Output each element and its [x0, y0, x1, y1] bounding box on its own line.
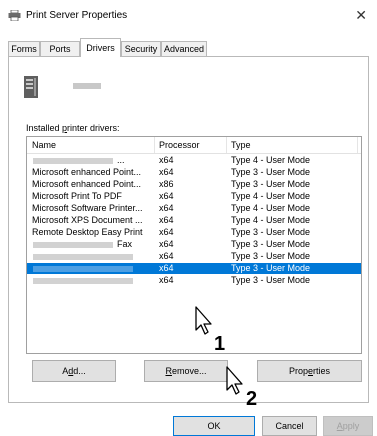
- row-type: Type 3 - User Mode: [231, 239, 311, 249]
- redacted-text: [33, 254, 133, 260]
- row-processor: x64: [159, 239, 174, 249]
- row-name-suffix: Fax: [117, 239, 133, 249]
- installed-drivers-label: Installed printer drivers:: [26, 123, 120, 133]
- apply-button: Apply: [323, 416, 373, 436]
- row-name: Microsoft enhanced Point...: [32, 167, 142, 177]
- table-row[interactable]: Remote Desktop Easy Print x64 Type 3 - U…: [27, 227, 361, 238]
- row-type: Type 3 - User Mode: [231, 275, 311, 285]
- table-row[interactable]: Microsoft enhanced Point... x86 Type 3 -…: [27, 179, 361, 190]
- remove-button[interactable]: Remove...: [144, 360, 228, 382]
- list-header: Name Processor Type: [27, 137, 361, 154]
- row-processor: x64: [159, 263, 174, 273]
- row-processor: x64: [159, 167, 174, 177]
- tab-label: Advanced: [163, 44, 205, 54]
- redacted-text: [33, 242, 113, 248]
- column-header-processor[interactable]: Processor: [159, 140, 200, 150]
- step-marker-2: 2: [246, 388, 258, 410]
- row-type: Type 4 - User Mode: [231, 215, 311, 225]
- table-row[interactable]: x64 Type 3 - User Mode: [27, 251, 361, 262]
- row-type: Type 3 - User Mode: [231, 227, 311, 237]
- row-type: Type 4 - User Mode: [231, 191, 311, 201]
- table-row[interactable]: Fax x64 Type 3 - User Mode: [27, 239, 361, 250]
- table-row[interactable]: Microsoft XPS Document ... x64 Type 4 - …: [27, 215, 361, 226]
- tab-label: Security: [124, 44, 158, 54]
- table-row-selected[interactable]: x64 Type 3 - User Mode: [27, 263, 361, 274]
- row-processor: x64: [159, 191, 174, 201]
- row-name-suffix: ...: [117, 155, 125, 165]
- drivers-list[interactable]: Name Processor Type ... x64 Type 4 - Use…: [26, 136, 362, 354]
- row-processor: x64: [159, 251, 174, 261]
- column-header-type[interactable]: Type: [231, 140, 251, 150]
- server-tower-icon: [24, 76, 38, 98]
- row-processor: x64: [159, 203, 174, 213]
- row-type: Type 4 - User Mode: [231, 155, 311, 165]
- server-name-redacted: [73, 83, 101, 89]
- mouse-pointer-icon: [195, 306, 212, 335]
- tab-label: Ports: [49, 44, 71, 54]
- redacted-text: [33, 266, 133, 272]
- row-name: Microsoft enhanced Point...: [32, 179, 142, 189]
- row-type: Type 3 - User Mode: [231, 167, 311, 177]
- row-type: Type 3 - User Mode: [231, 263, 311, 273]
- ok-button[interactable]: OK: [173, 416, 255, 436]
- window-title: Print Server Properties: [26, 10, 128, 21]
- tab-label: Drivers: [86, 43, 115, 53]
- tab-advanced[interactable]: Advanced: [161, 41, 207, 56]
- cancel-button[interactable]: Cancel: [262, 416, 317, 436]
- row-processor: x86: [159, 179, 174, 189]
- close-icon[interactable]: ✕: [355, 7, 367, 24]
- redacted-text: [33, 278, 133, 284]
- table-row[interactable]: x64 Type 3 - User Mode: [27, 275, 361, 286]
- tab-forms[interactable]: Forms: [8, 41, 40, 56]
- table-row[interactable]: ... x64 Type 4 - User Mode: [27, 155, 361, 166]
- row-processor: x64: [159, 227, 174, 237]
- row-processor: x64: [159, 275, 174, 285]
- tab-drivers[interactable]: Drivers: [80, 38, 121, 57]
- row-processor: x64: [159, 155, 174, 165]
- tab-label: Forms: [11, 44, 37, 54]
- row-type: Type 4 - User Mode: [231, 203, 311, 213]
- tab-ports[interactable]: Ports: [40, 41, 80, 56]
- row-type: Type 3 - User Mode: [231, 251, 311, 261]
- mouse-pointer-icon: [226, 366, 243, 395]
- row-name: Microsoft Print To PDF: [32, 191, 122, 201]
- tab-security[interactable]: Security: [121, 41, 161, 56]
- step-marker-1: 1: [214, 333, 226, 355]
- table-row[interactable]: Microsoft Print To PDF x64 Type 4 - User…: [27, 191, 361, 202]
- column-header-name[interactable]: Name: [32, 140, 56, 150]
- row-processor: x64: [159, 215, 174, 225]
- row-name: Microsoft Software Printer...: [32, 203, 143, 213]
- add-button[interactable]: Add...: [32, 360, 116, 382]
- row-name: Remote Desktop Easy Print: [32, 227, 143, 237]
- row-name: Microsoft XPS Document ...: [32, 215, 143, 225]
- properties-button[interactable]: Properties: [257, 360, 362, 382]
- printer-icon: [8, 10, 21, 21]
- title-bar: Print Server Properties ✕: [0, 0, 377, 32]
- table-row[interactable]: Microsoft enhanced Point... x64 Type 3 -…: [27, 167, 361, 178]
- redacted-text: [33, 158, 113, 164]
- row-type: Type 3 - User Mode: [231, 179, 311, 189]
- table-row[interactable]: Microsoft Software Printer... x64 Type 4…: [27, 203, 361, 214]
